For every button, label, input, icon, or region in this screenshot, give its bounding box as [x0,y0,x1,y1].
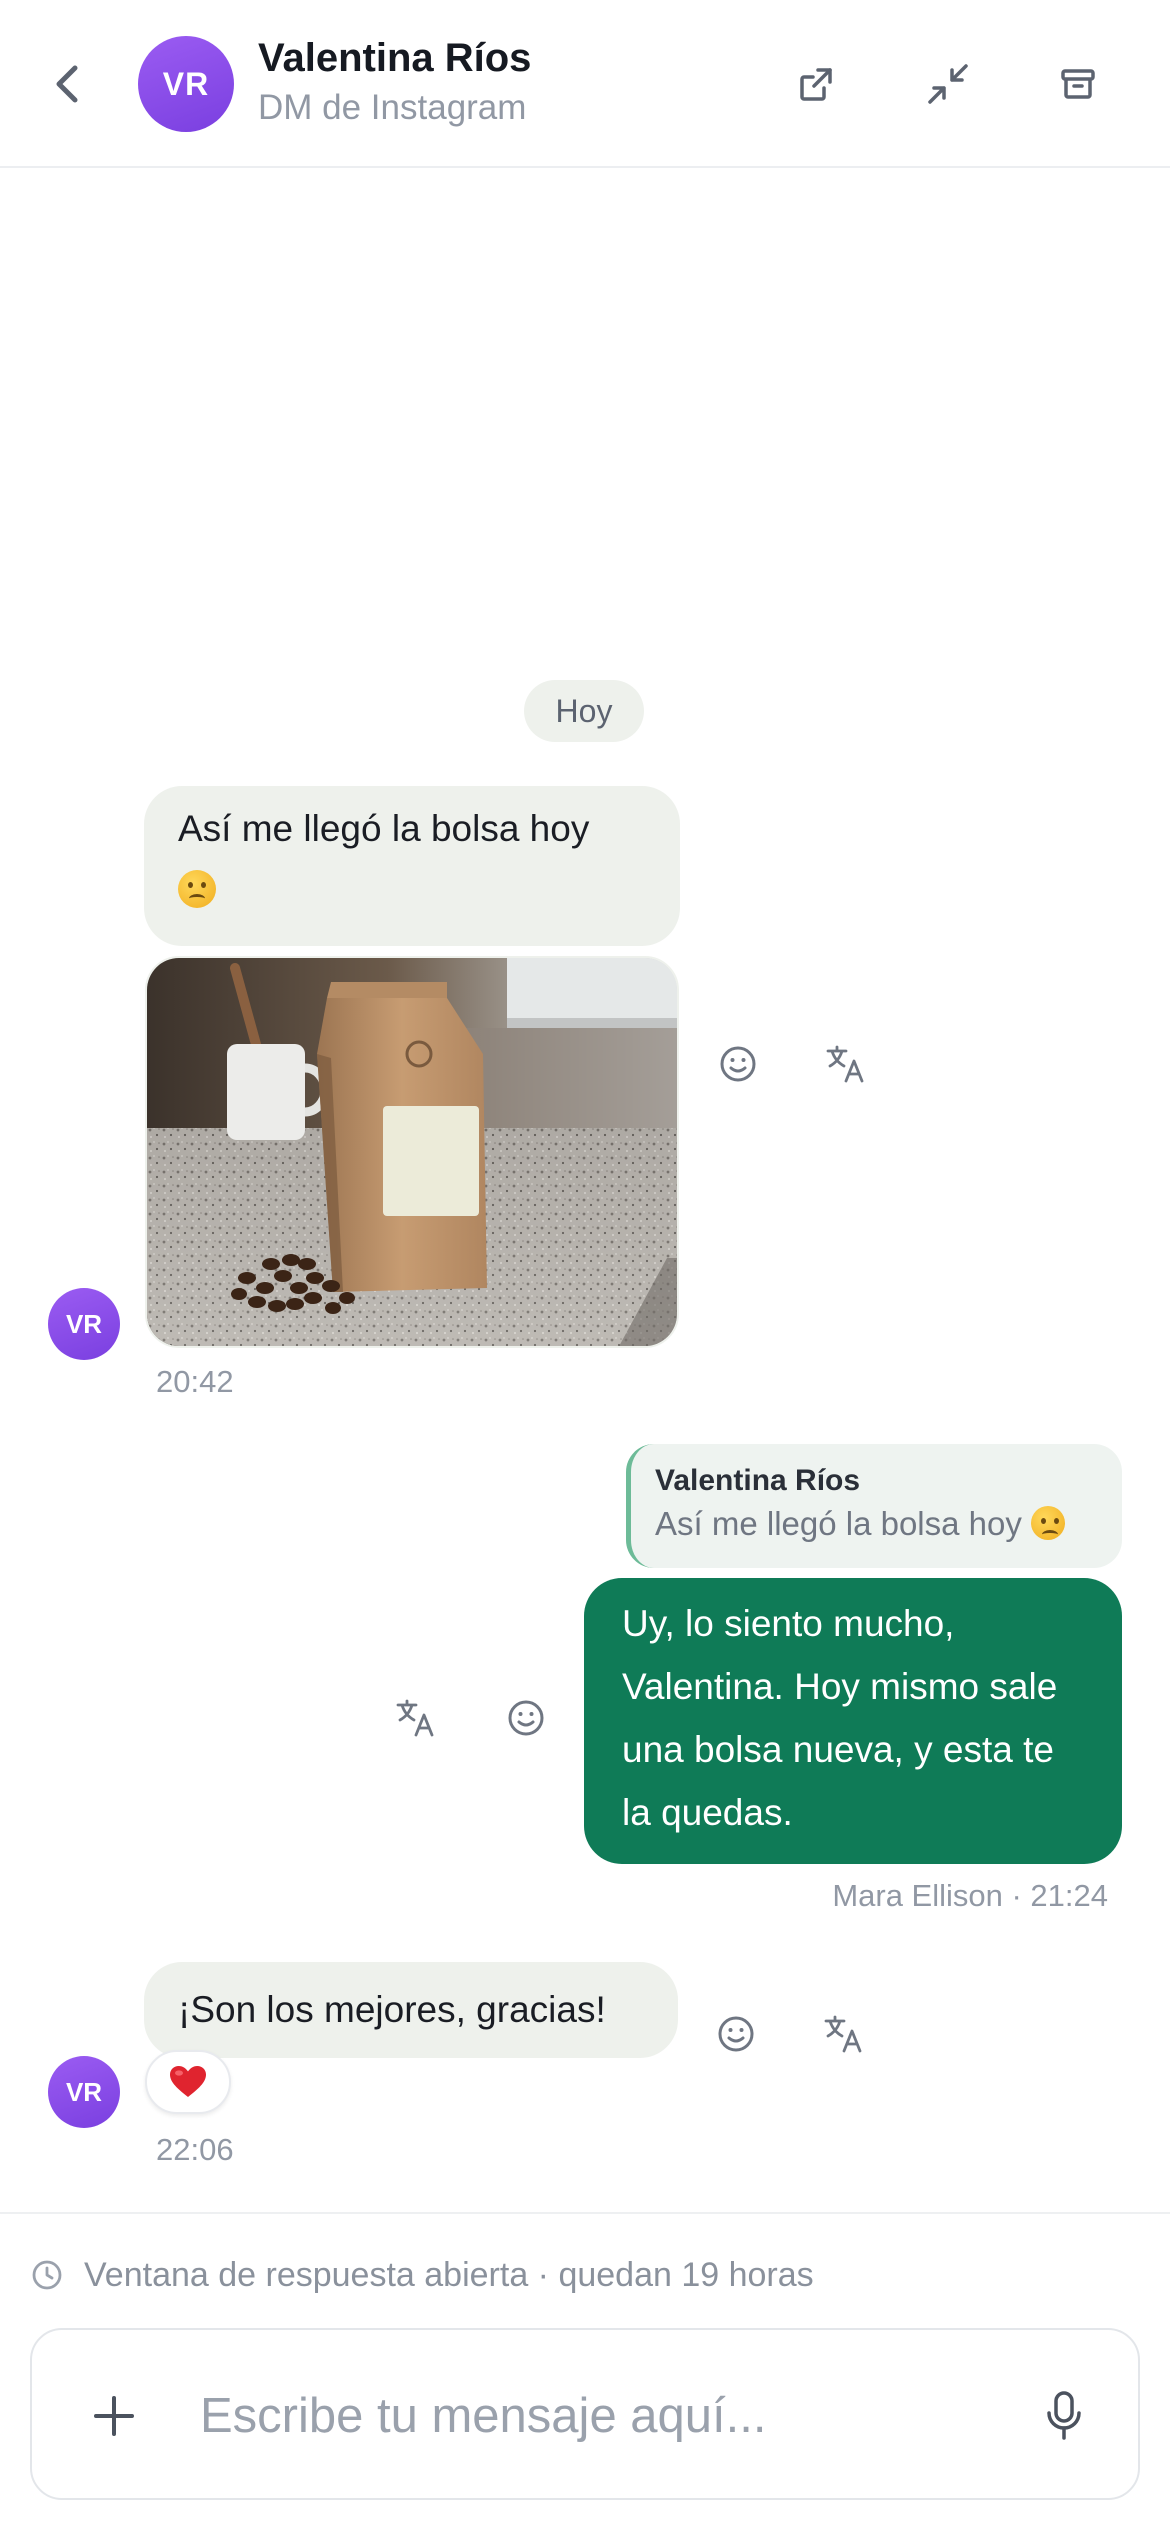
confused-face-emoji [1031,1506,1066,1540]
minimize-icon [928,64,968,104]
channel-label: DM de Instagram [258,88,527,127]
quote-text: Así me llegó la bolsa hoy [655,1500,1100,1548]
reply-quote[interactable]: Valentina Ríos Así me llegó la bolsa hoy [626,1444,1122,1568]
heart-icon [170,2066,206,2097]
clock-icon [32,2260,62,2290]
chat-screen: VR Valentina Ríos DM de Instagram Hoy As… [0,0,1170,2532]
open-external-button[interactable] [784,52,848,116]
translate-button[interactable] [818,1036,874,1092]
message-bubble-incoming[interactable]: ¡Son los mejores, gracias! [144,1962,678,2058]
chevron-left-icon [56,65,78,103]
message-input[interactable] [200,2370,1020,2462]
contact-avatar[interactable]: VR [138,36,234,132]
coffee-bag-photo [147,958,677,1346]
add-reaction-button[interactable] [498,1690,554,1746]
message-bubble-outgoing[interactable]: Uy, lo siento mucho, Valentina. Hoy mism… [584,1578,1122,1864]
window-notice-text: Ventana de respuesta abierta · quedan 19… [84,2255,814,2294]
plus-icon [94,2396,134,2436]
smiley-icon [508,1700,544,1736]
smiley-icon [720,1046,756,1082]
message-photo-attachment[interactable] [145,956,679,1348]
archive-button[interactable] [1046,52,1110,116]
message-composer [30,2328,1140,2500]
microphone-icon [1047,2391,1081,2440]
minimize-button[interactable] [916,52,980,116]
sender-avatar[interactable]: VR [48,2056,120,2128]
smiley-icon [718,2016,754,2052]
add-reaction-button[interactable] [708,2006,764,2062]
translate-button[interactable] [816,2006,872,2062]
external-link-icon [800,68,832,101]
message-bubble-incoming[interactable]: Así me llegó la bolsa hoy [144,786,680,946]
message-time: 22:06 [156,2132,234,2167]
translate-icon [826,1045,864,1083]
contact-name: Valentina Ríos [258,36,532,80]
back-button[interactable] [42,50,90,118]
reaction-badge[interactable] [145,2050,231,2114]
response-window-notice: Ventana de respuesta abierta · quedan 19… [30,2252,814,2298]
translate-icon [396,1699,434,1737]
voice-message-button[interactable] [1032,2382,1096,2450]
quote-author: Valentina Ríos [655,1464,861,1497]
footer-divider [0,2212,1170,2214]
translate-button[interactable] [388,1690,444,1746]
date-separator: Hoy [524,680,644,742]
chat-header: VR Valentina Ríos DM de Instagram [0,0,1170,168]
message-time: 20:42 [156,1364,234,1399]
message-text: Así me llegó la bolsa hoy [178,808,590,849]
confused-face-emoji [178,870,216,908]
add-reaction-button[interactable] [710,1036,766,1092]
quote-text-content: Así me llegó la bolsa hoy [655,1505,1022,1542]
attach-button[interactable] [82,2384,146,2448]
translate-icon [824,2015,862,2053]
archive-icon [1061,69,1095,99]
message-meta: Mara Ellison · 21:24 [832,1878,1108,1913]
sender-avatar[interactable]: VR [48,1288,120,1360]
